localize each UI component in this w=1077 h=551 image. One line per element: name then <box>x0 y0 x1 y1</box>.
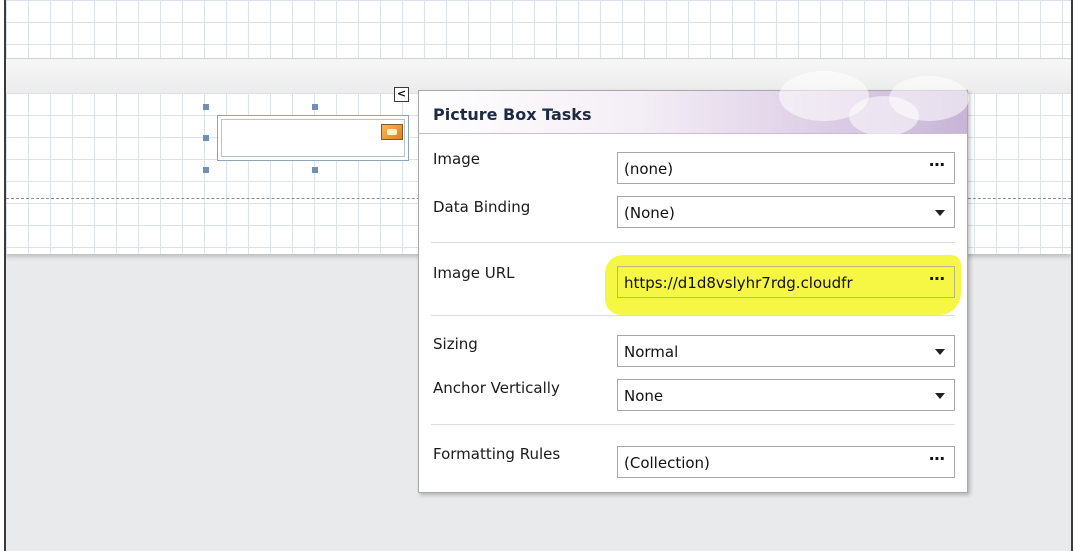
picture-box-inner-border <box>221 119 405 157</box>
panel-title: Picture Box Tasks <box>433 105 592 124</box>
data-binding-label: Data Binding <box>433 198 531 216</box>
anchor-vertically-label: Anchor Vertically <box>433 379 560 397</box>
formatting-rules-field[interactable]: (Collection) ⋯ <box>617 446 955 478</box>
chevron-down-icon[interactable] <box>935 393 945 399</box>
picture-box-tasks-panel: Picture Box Tasks Image (none) ⋯ Data Bi… <box>418 71 969 493</box>
divider <box>431 242 955 243</box>
chevron-down-icon[interactable] <box>935 349 945 355</box>
smart-tag-icon[interactable]: < <box>394 87 409 102</box>
picture-icon <box>381 124 403 140</box>
data-binding-value: (None) <box>624 204 675 222</box>
image-url-field[interactable]: https://d1d8vslyhr7rdg.cloudfr ⋯ <box>617 266 955 298</box>
image-field[interactable]: (none) ⋯ <box>617 152 955 184</box>
data-binding-select[interactable]: (None) <box>617 196 955 228</box>
sizing-label: Sizing <box>433 335 478 353</box>
resize-handle-top-left[interactable] <box>203 104 209 110</box>
image-value: (none) <box>624 160 674 178</box>
formatting-rules-value: (Collection) <box>624 454 710 472</box>
report-designer-surface: < Picture Box Tasks Image (none) ⋯ Data … <box>4 0 1073 551</box>
chevron-down-icon[interactable] <box>935 210 945 216</box>
picture-box-control[interactable] <box>217 115 409 161</box>
sizing-select[interactable]: Normal <box>617 335 955 367</box>
divider <box>431 424 955 425</box>
resize-handle-left[interactable] <box>203 135 209 141</box>
resize-handle-top[interactable] <box>312 104 318 110</box>
top-band <box>6 0 1071 58</box>
formatting-rules-label: Formatting Rules <box>433 445 561 463</box>
panel-header: Picture Box Tasks <box>419 71 969 136</box>
image-url-value: https://d1d8vslyhr7rdg.cloudfr <box>624 274 853 292</box>
resize-handle-bottom[interactable] <box>312 167 318 173</box>
resize-handle-bottom-left[interactable] <box>203 167 209 173</box>
anchor-vertically-select[interactable]: None <box>617 379 955 411</box>
sizing-value: Normal <box>624 343 679 361</box>
ellipsis-icon[interactable]: ⋯ <box>929 155 946 174</box>
anchor-vertically-value: None <box>624 387 664 405</box>
ellipsis-icon[interactable]: ⋯ <box>929 449 946 468</box>
image-label: Image <box>433 150 480 168</box>
ellipsis-icon[interactable]: ⋯ <box>929 269 946 288</box>
image-url-label: Image URL <box>433 264 515 282</box>
divider <box>431 315 955 316</box>
